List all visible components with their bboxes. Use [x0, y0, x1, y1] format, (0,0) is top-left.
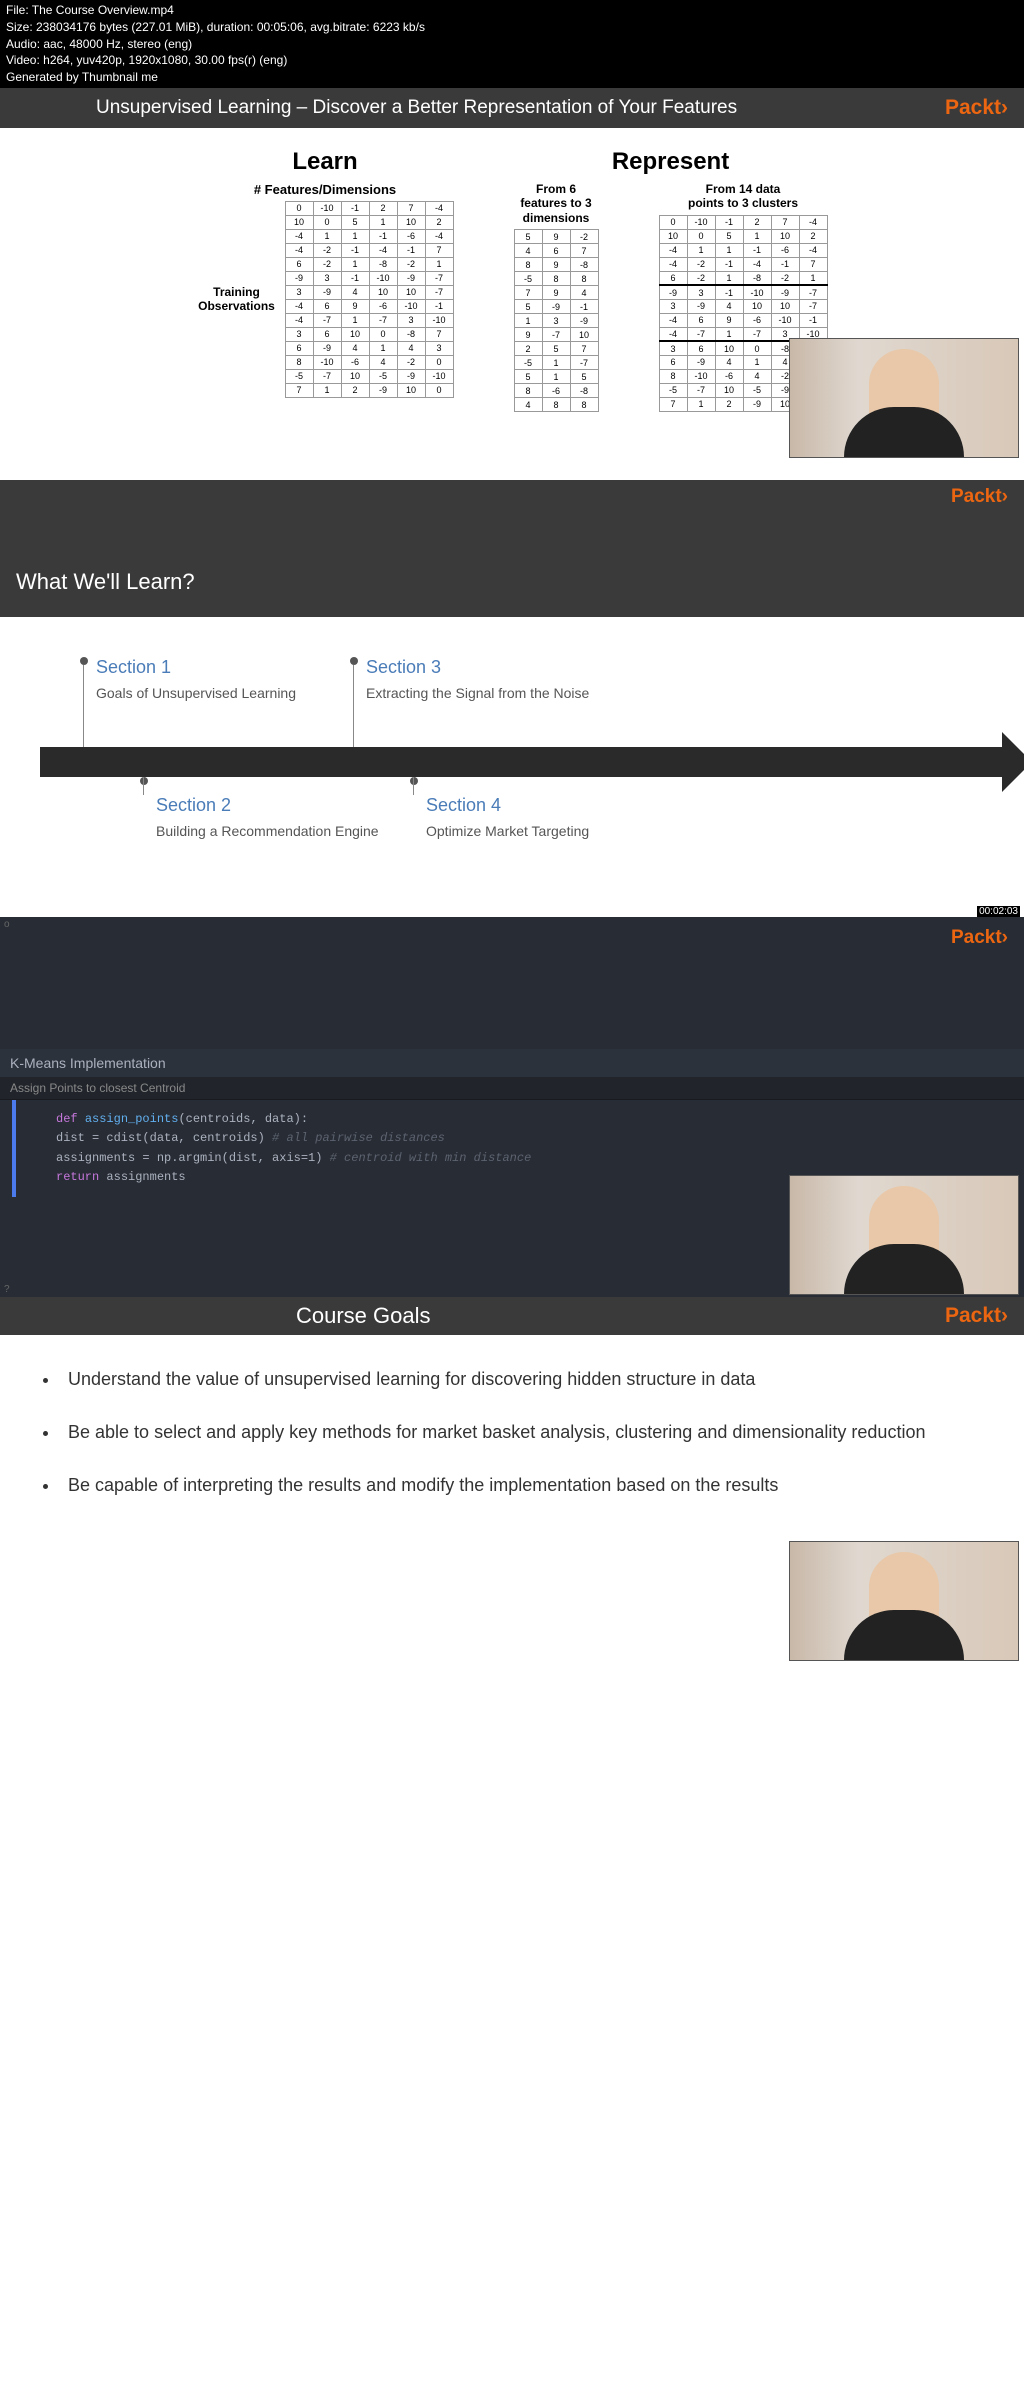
learn-heading: Learn — [197, 148, 454, 176]
notebook-subtitle: Assign Points to closest Centroid — [0, 1077, 1024, 1100]
presenter-video-thumbnail — [789, 1541, 1019, 1661]
section-3-desc: Extracting the Signal from the Noise — [366, 684, 589, 702]
training-observations-label: TrainingObservations — [197, 285, 277, 313]
section-2-title: Section 2 — [156, 795, 379, 816]
section-4-desc: Optimize Market Targeting — [426, 822, 589, 840]
section-1-node: Section 1 Goals of Unsupervised Learning — [80, 657, 296, 702]
packt-logo: Packt› — [951, 486, 1008, 508]
presenter-video-thumbnail — [789, 338, 1019, 458]
section-1-desc: Goals of Unsupervised Learning — [96, 684, 296, 702]
features-dimensions-label: # Features/Dimensions — [197, 182, 454, 197]
section-2-node: Section 2 Building a Recommendation Engi… — [140, 777, 379, 887]
function-name: assign_points — [85, 1112, 179, 1126]
slide1-header: Unsupervised Learning – Discover a Bette… — [0, 88, 1024, 128]
packt-logo: Packt› — [0, 921, 1024, 1049]
represent-column: Represent From 6features to 3dimensions … — [514, 148, 828, 412]
file-generator: Generated by Thumbnail me — [6, 69, 1018, 86]
file-name: File: The Course Overview.mp4 — [6, 2, 1018, 19]
keyword-return: return — [56, 1170, 99, 1184]
code-line-3: assignments = np.argmin(dist, axis=1) — [56, 1151, 330, 1165]
represent-3col-table: 59-246789-8-5887945-9-113-99-710257-51-7… — [514, 229, 599, 412]
slide1-title: Unsupervised Learning – Discover a Bette… — [96, 97, 737, 119]
section-4-title: Section 4 — [426, 795, 589, 816]
comment-2: # all pairwise distances — [272, 1131, 445, 1145]
goal-3: Be capable of interpreting the results a… — [60, 1471, 984, 1500]
section-4-node: Section 4 Optimize Market Targeting — [410, 777, 589, 887]
file-audio: Audio: aac, 48000 Hz, stereo (eng) — [6, 36, 1018, 53]
slide4-title: Course Goals — [296, 1303, 431, 1329]
cell-marker: o — [4, 919, 10, 930]
comment-3: # centroid with min distance — [330, 1151, 532, 1165]
slide2-title: What We'll Learn? — [0, 514, 1024, 607]
section-3-title: Section 3 — [366, 657, 589, 678]
slide-unsupervised-learning: Unsupervised Learning – Discover a Bette… — [0, 88, 1024, 480]
timestamp: 00:02:03 — [977, 906, 1020, 917]
sections-timeline: Section 1 Goals of Unsupervised Learning… — [40, 657, 1004, 887]
notebook-title: K-Means Implementation — [0, 1049, 1024, 1077]
function-signature: (centroids, data): — [178, 1112, 308, 1126]
cell-marker-end: ? — [4, 1284, 10, 1295]
slide-what-well-learn: Packt› What We'll Learn? Section 1 Goals… — [0, 480, 1024, 917]
packt-logo: Packt› — [945, 1304, 1008, 1328]
slide-kmeans-code: o Packt› K-Means Implementation Assign P… — [0, 917, 1024, 1297]
timeline-arrow-icon — [40, 747, 1004, 777]
packt-logo: Packt› — [945, 96, 1008, 120]
section-1-title: Section 1 — [96, 657, 296, 678]
file-metadata: File: The Course Overview.mp4 Size: 2380… — [0, 0, 1024, 88]
from-14-points-label: From 14 datapoints to 3 clusters — [659, 182, 828, 211]
learn-data-table: 0-10-127-410051102-411-1-6-4-4-2-1-4-176… — [285, 201, 454, 398]
goal-1: Understand the value of unsupervised lea… — [60, 1365, 984, 1394]
represent-heading: Represent — [514, 148, 828, 176]
slide-course-goals: Course Goals Packt› Understand the value… — [0, 1297, 1024, 1663]
course-goals-list: Understand the value of unsupervised lea… — [0, 1335, 1024, 1553]
from-6-features-label: From 6features to 3dimensions — [514, 182, 599, 225]
learn-column: Learn # Features/Dimensions TrainingObse… — [197, 148, 454, 412]
file-size: Size: 238034176 bytes (227.01 MiB), dura… — [6, 19, 1018, 36]
goal-2: Be able to select and apply key methods … — [60, 1418, 984, 1447]
keyword-def: def — [56, 1112, 78, 1126]
section-3-node: Section 3 Extracting the Signal from the… — [350, 657, 589, 702]
return-value: assignments — [99, 1170, 185, 1184]
file-video: Video: h264, yuv420p, 1920x1080, 30.00 f… — [6, 52, 1018, 69]
code-line-2: dist = cdist(data, centroids) — [56, 1131, 272, 1145]
section-2-desc: Building a Recommendation Engine — [156, 822, 379, 840]
presenter-video-thumbnail — [789, 1175, 1019, 1295]
